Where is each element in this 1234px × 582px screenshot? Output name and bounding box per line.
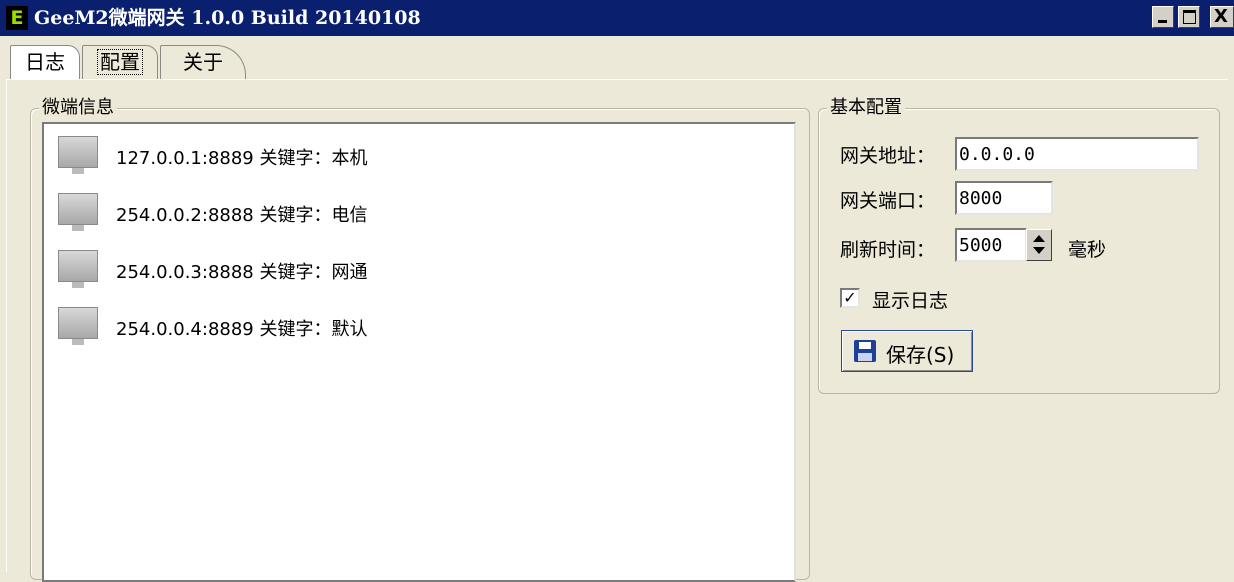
tab-log[interactable]: 日志 — [10, 45, 80, 79]
app-icon: E — [6, 6, 28, 30]
monitor-icon — [58, 193, 98, 233]
refresh-time-unit: 毫秒 — [1068, 239, 1107, 261]
save-button[interactable]: 保存(S) — [841, 330, 973, 372]
minimize-icon — [1158, 20, 1167, 23]
list-item-text: 254.0.0.2:8888 关键字：电信 — [116, 205, 368, 226]
refresh-time-label: 刷新时间： — [840, 239, 936, 261]
client-info-legend: 微端信息 — [39, 97, 117, 119]
tab-log-label: 日志 — [25, 50, 65, 74]
monitor-icon — [58, 250, 98, 290]
monitor-icon — [58, 307, 98, 347]
list-item[interactable]: 254.0.0.2:8888 关键字：电信 — [54, 191, 654, 241]
client-list[interactable]: 127.0.0.1:8889 关键字：本机 254.0.0.2:8888 关键字… — [42, 122, 796, 582]
basic-config-legend: 基本配置 — [827, 97, 905, 119]
list-item-text: 254.0.0.3:8888 关键字：网通 — [116, 262, 368, 283]
show-log-label[interactable]: 显示日志 — [872, 286, 948, 313]
gateway-port-label: 网关端口： — [840, 190, 936, 212]
minimize-button[interactable] — [1152, 6, 1174, 28]
close-icon: X — [1214, 6, 1228, 27]
tab-about[interactable]: 关于 — [160, 45, 246, 79]
gateway-address-input[interactable] — [955, 137, 1199, 171]
gateway-address-label: 网关地址： — [840, 145, 936, 167]
list-item[interactable]: 254.0.0.3:8888 关键字：网通 — [54, 248, 654, 298]
close-button[interactable]: X — [1210, 6, 1234, 28]
window-title: GeeM2微端网关 1.0.0 Build 20140108 — [34, 7, 421, 29]
save-button-label: 保存(S) — [886, 343, 955, 367]
monitor-icon — [58, 136, 98, 176]
refresh-time-spinner[interactable] — [1026, 229, 1052, 261]
show-log-checkbox[interactable]: ✓ — [840, 288, 860, 308]
spin-up-icon[interactable] — [1033, 235, 1045, 242]
maximize-button[interactable] — [1178, 6, 1200, 28]
tab-config[interactable]: 配置 — [82, 45, 158, 79]
gateway-port-input[interactable] — [955, 181, 1053, 215]
title-bar: E GeeM2微端网关 1.0.0 Build 20140108 X — [0, 0, 1234, 36]
save-icon — [854, 340, 876, 362]
maximize-icon — [1183, 10, 1196, 24]
list-item[interactable]: 254.0.0.4:8889 关键字：默认 — [54, 305, 654, 355]
list-item[interactable]: 127.0.0.1:8889 关键字：本机 — [54, 134, 654, 184]
refresh-time-input[interactable] — [955, 228, 1027, 262]
tab-about-label: 关于 — [183, 50, 223, 74]
spin-down-icon[interactable] — [1033, 247, 1045, 254]
list-item-text: 254.0.0.4:8889 关键字：默认 — [116, 319, 368, 340]
list-item-text: 127.0.0.1:8889 关键字：本机 — [116, 148, 368, 169]
tab-config-label: 配置 — [97, 49, 143, 75]
